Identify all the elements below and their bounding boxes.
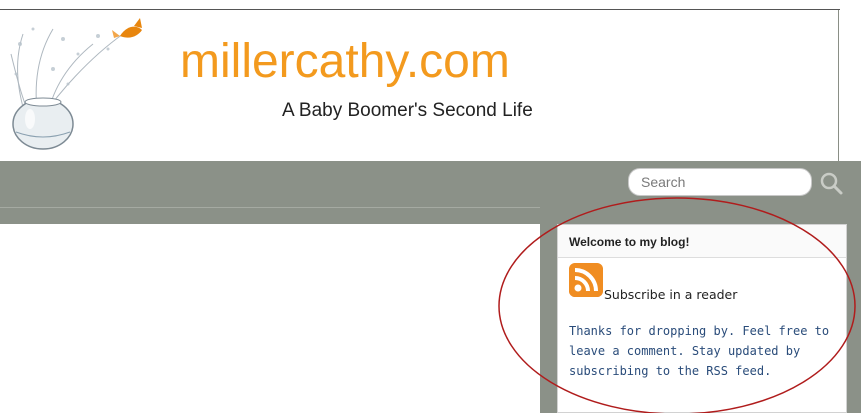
site-header: millercathy.com A Baby Boomer's Second L… <box>0 10 839 161</box>
widget-body-text: Thanks for dropping by. Feel free to lea… <box>569 324 830 378</box>
widget-header: Welcome to my blog! <box>558 225 846 258</box>
site-tagline: A Baby Boomer's Second Life <box>282 100 533 121</box>
site-title[interactable]: millercathy.com <box>180 38 510 86</box>
search-icon[interactable] <box>818 170 844 196</box>
search-input[interactable] <box>628 168 812 196</box>
widget-title: Welcome to my blog! <box>569 235 690 249</box>
fishbowl-logo-icon[interactable] <box>8 14 158 152</box>
subscribe-link[interactable]: Subscribe in a reader <box>604 287 737 302</box>
welcome-widget: Welcome to my blog! Subscribe in a reade… <box>557 224 847 413</box>
rss-icon[interactable] <box>569 263 603 297</box>
